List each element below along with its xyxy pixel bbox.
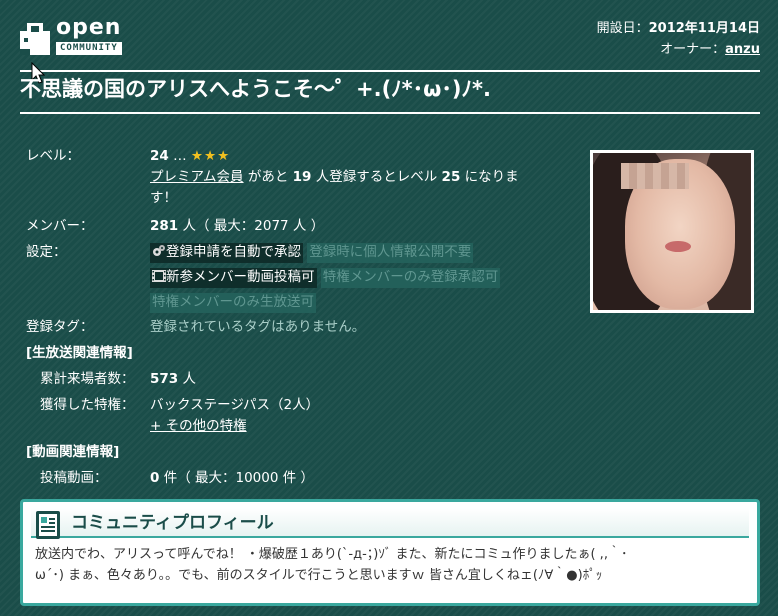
level-dots: … bbox=[173, 148, 187, 164]
title-top-divider bbox=[20, 70, 760, 72]
gear-icon bbox=[153, 245, 165, 256]
live-section-heading: [生放送関連情報] bbox=[26, 345, 133, 361]
tags-value: 登録されているタグはありません。 bbox=[150, 319, 366, 335]
setting-privileged-live-label: 特権メンバーのみ生放送可 bbox=[152, 294, 314, 310]
settings-line-1: 登録申請を自動で承認 登録時に個人情報公開不要 bbox=[150, 242, 474, 263]
level-label: レベル： bbox=[26, 148, 80, 164]
setting-no-personal-info-label: 登録時に個人情報公開不要 bbox=[309, 244, 472, 260]
founded-value: 2012年11月14日 bbox=[648, 21, 760, 36]
setting-privileged-approve: 特権メンバーのみ登録承認可 bbox=[320, 268, 501, 288]
videos-line: 0 件（ 最大：10000 件 ） bbox=[150, 468, 314, 489]
premium-member-link[interactable]: プレミアム会員 bbox=[150, 169, 244, 185]
premium-text-b: 人登録するとレベル bbox=[311, 169, 442, 185]
thumbnail-lip bbox=[665, 241, 691, 252]
members-max: 人（ 最大：2077 人 ） bbox=[178, 218, 325, 234]
premium-line: プレミアム会員 があと 19 人登録するとレベル 25 になりま bbox=[150, 167, 519, 188]
setting-newbie-video: 新参メンバー動画投稿可 bbox=[150, 268, 317, 288]
members-label: メンバー： bbox=[26, 218, 94, 234]
owner: オーナー：anzu bbox=[597, 39, 760, 60]
other-privileges-link[interactable]: + その他の特権 bbox=[150, 416, 247, 437]
setting-privileged-live: 特権メンバーのみ生放送可 bbox=[150, 293, 316, 313]
profile-text: 放送内でわ、アリスって呼んでね！ ・爆破歴１あり(`-д-；)ｿﾞ また、新たに… bbox=[35, 544, 751, 586]
profile-text-line-1: 放送内でわ、アリスって呼んでね！ ・爆破歴１あり(`-д-；)ｿﾞ また、新たに… bbox=[35, 547, 628, 562]
visitors-unit: 人 bbox=[178, 371, 196, 387]
setting-newbie-video-label: 新参メンバー動画投稿可 bbox=[166, 269, 315, 285]
tags-label: 登録タグ： bbox=[26, 319, 94, 335]
profile-text-line-2: ω´･) まぁ、色々あり。。でも、前のスタイルで行こうと思いますｗ 皆さん宜しく… bbox=[35, 568, 603, 583]
community-meta: 開設日：2012年11月14日 オーナー：anzu bbox=[597, 18, 760, 60]
profile-title: コミュニティプロフィール bbox=[71, 513, 274, 533]
visitors-label: 累計来場者数： bbox=[40, 371, 135, 387]
logo-mark-icon bbox=[20, 23, 50, 55]
thumbnail-mosaic bbox=[621, 163, 689, 189]
page-header: open COMMUNITY 開設日：2012年11月14日 オーナー：anzu bbox=[0, 0, 778, 70]
logo-open-text: open bbox=[56, 15, 122, 40]
privileges-value: バックステージパス（2人） bbox=[150, 397, 320, 413]
members-value-line: 281 人（ 最大：2077 人 ） bbox=[150, 216, 324, 237]
setting-privileged-approve-label: 特権メンバーのみ登録承認可 bbox=[322, 269, 499, 285]
profile-document-icon bbox=[36, 511, 60, 539]
premium-text-d: す！ bbox=[150, 190, 177, 206]
owner-link[interactable]: anzu bbox=[725, 42, 760, 57]
settings-line-3: 特権メンバーのみ生放送可 bbox=[150, 292, 316, 313]
setting-auto-approve-label: 登録申請を自動で承認 bbox=[166, 244, 301, 260]
setting-auto-approve: 登録申請を自動で承認 bbox=[150, 243, 303, 263]
founded-label: 開設日： bbox=[596, 21, 649, 36]
premium-text-c: になりま bbox=[460, 169, 519, 185]
video-section-heading: [動画関連情報] bbox=[26, 444, 120, 460]
premium-text-a: があと bbox=[243, 169, 293, 185]
level-value-line: 24 … ★★★ bbox=[150, 146, 230, 167]
setting-no-personal-info: 登録時に個人情報公開不要 bbox=[307, 243, 474, 263]
settings-label: 設定： bbox=[26, 244, 67, 260]
level-value: 24 bbox=[150, 148, 169, 164]
community-profile-box: コミュニティプロフィール 放送内でわ、アリスって呼んでね！ ・爆破歴１あり(`-… bbox=[20, 499, 760, 606]
film-icon bbox=[152, 270, 166, 282]
community-title: 不思議の国のアリスへようこそ〜゜+.(ﾉ*･ω･)ﾉ*. bbox=[20, 77, 491, 101]
premium-count: 19 bbox=[292, 169, 312, 185]
members-value: 281 bbox=[150, 218, 179, 234]
videos-max: 件（ 最大：10000 件 ） bbox=[159, 470, 315, 486]
premium-next-level: 25 bbox=[441, 169, 461, 185]
videos-value: 0 bbox=[150, 470, 160, 486]
visitors-line: 573 人 bbox=[150, 369, 196, 390]
owner-label: オーナー： bbox=[660, 42, 726, 57]
settings-line-2: 新参メンバー動画投稿可 特権メンバーのみ登録承認可 bbox=[150, 267, 501, 288]
profile-header: コミュニティプロフィール bbox=[31, 508, 749, 539]
visitors-value: 573 bbox=[150, 371, 179, 387]
title-bottom-divider bbox=[20, 112, 760, 114]
logo-community-text: COMMUNITY bbox=[56, 42, 122, 55]
level-stars: ★★★ bbox=[190, 148, 231, 164]
videos-label: 投稿動画： bbox=[40, 470, 108, 486]
founded-date: 開設日：2012年11月14日 bbox=[597, 18, 760, 39]
community-thumbnail[interactable] bbox=[590, 150, 754, 313]
open-community-logo[interactable]: open COMMUNITY bbox=[20, 16, 154, 58]
privileges-label: 獲得した特権： bbox=[40, 397, 135, 413]
